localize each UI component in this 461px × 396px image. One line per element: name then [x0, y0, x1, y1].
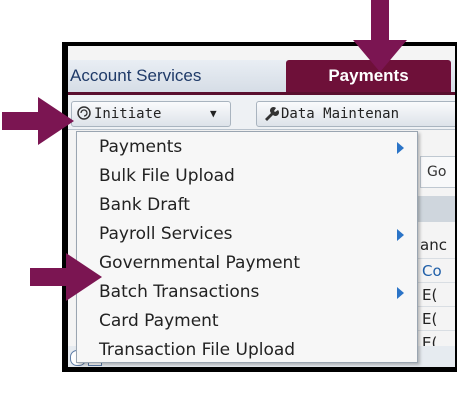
submenu-arrow-icon [397, 229, 404, 241]
menu-item-label: Transaction File Upload [99, 340, 296, 360]
initiate-dropdown-menu: Payments Bulk File Upload Bank Draft Pay… [76, 131, 418, 363]
toolbar: Initiate ▼ Data Maintenan [68, 95, 455, 130]
initiate-icon [77, 106, 91, 120]
callout-arrow-right-icon [30, 253, 102, 301]
menu-item-label: Governmental Payment [99, 253, 300, 273]
tab-account-services[interactable]: Account Services [70, 60, 278, 92]
table-row: Co [418, 258, 455, 283]
callout-arrow-down-icon [353, 0, 407, 72]
menu-item-bank-draft[interactable]: Bank Draft [77, 192, 417, 221]
menu-item-payments[interactable]: Payments [77, 134, 417, 163]
menu-item-batch-transactions[interactable]: Batch Transactions [77, 279, 417, 308]
table-row: E( [418, 282, 455, 307]
data-maintenance-button[interactable]: Data Maintenan [256, 101, 455, 127]
menu-item-label: Bank Draft [99, 195, 190, 215]
menu-item-transaction-file-upload[interactable]: Transaction File Upload [77, 337, 417, 366]
initiate-label: Initiate [94, 106, 162, 122]
initiate-button[interactable]: Initiate ▼ [71, 101, 231, 127]
menu-item-label: Card Payment [99, 311, 219, 331]
go-button[interactable]: Go [420, 156, 455, 188]
callout-arrow-right-icon [2, 97, 74, 145]
app-window: Account Services Payments Initiate ▼ Dat… [68, 46, 455, 367]
menu-item-bulk-file-upload[interactable]: Bulk File Upload [77, 163, 417, 192]
menu-item-governmental-payment[interactable]: Governmental Payment [77, 250, 417, 279]
background-text: anc [420, 236, 447, 254]
menu-item-label: Payments [99, 137, 183, 157]
menu-item-label: Batch Transactions [99, 282, 260, 302]
submenu-arrow-icon [397, 142, 404, 154]
menu-item-card-payment[interactable]: Card Payment [77, 308, 417, 337]
chevron-down-icon: ▼ [210, 107, 217, 120]
menu-item-label: Bulk File Upload [99, 166, 235, 186]
menu-item-payroll-services[interactable]: Payroll Services [77, 221, 417, 250]
wrench-icon [265, 106, 279, 121]
table-row: E( [418, 306, 455, 331]
submenu-arrow-icon [397, 287, 404, 299]
data-maintenance-label: Data Maintenan [281, 106, 400, 122]
menu-item-label: Payroll Services [99, 224, 233, 244]
